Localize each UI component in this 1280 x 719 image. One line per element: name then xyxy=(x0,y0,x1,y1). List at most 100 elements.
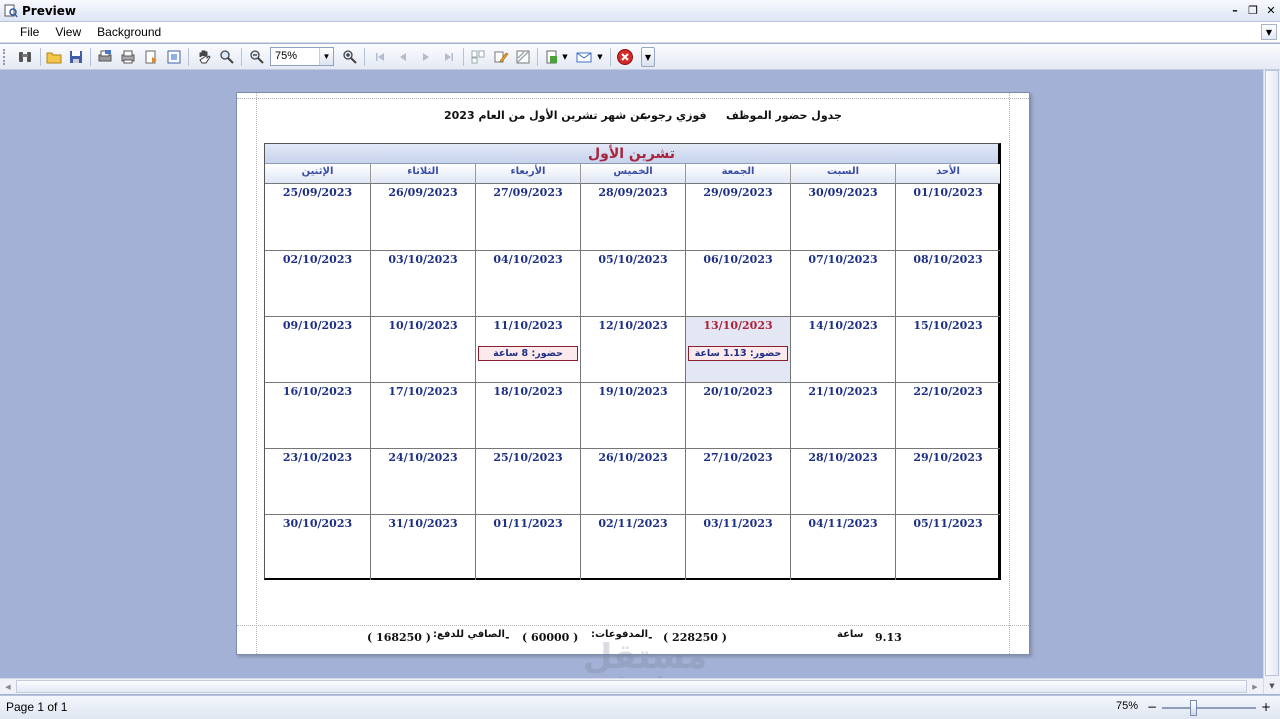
calendar-date: 09/10/2023 xyxy=(282,319,353,332)
calendar-date: 27/09/2023 xyxy=(493,186,563,199)
day-header: الأحد xyxy=(895,164,1000,184)
calendar-date: 12/10/2023 xyxy=(598,319,668,332)
open-folder-icon[interactable] xyxy=(45,48,63,66)
menu-background[interactable]: Background xyxy=(89,22,169,43)
attendance-calendar: تشرين الأول الأحد السبت الجمعة الخميس الأربع… xyxy=(264,143,1001,580)
separator-dash: - xyxy=(648,631,653,644)
vertical-scroll-thumb[interactable] xyxy=(1265,70,1279,676)
find-icon[interactable] xyxy=(16,48,34,66)
calendar-day-cell: 12/10/2023 xyxy=(580,316,685,382)
calendar-date: 04/11/2023 xyxy=(808,517,878,530)
zoom-minus-button[interactable]: − xyxy=(1145,700,1159,714)
calendar-day-cell: 07/10/2023 xyxy=(790,250,895,316)
report-title-label: جدول حضور الموظف xyxy=(726,109,842,122)
payments-label: المدفوعات: xyxy=(591,629,649,640)
fit-page-icon[interactable] xyxy=(165,48,183,66)
close-preview-icon[interactable] xyxy=(616,48,634,66)
zoom-select[interactable]: 75% ▼ xyxy=(270,47,334,66)
zoom-out-icon[interactable] xyxy=(248,48,266,66)
minimize-button[interactable]: – xyxy=(1226,2,1244,19)
calendar-day-cell: 25/10/2023 xyxy=(475,448,580,514)
menu-overflow-chevron-down-icon[interactable]: ▼ xyxy=(1261,24,1277,40)
calendar-day-cell: 01/10/2023 xyxy=(895,184,1000,250)
print-setup-icon[interactable] xyxy=(96,48,114,66)
toolbar-separator xyxy=(40,48,41,66)
calendar-day-cell: 26/10/2023 xyxy=(580,448,685,514)
menu-bar: File View Background ▼ xyxy=(0,22,1280,43)
export-document-icon[interactable] xyxy=(543,48,561,66)
calendar-date: 22/10/2023 xyxy=(913,385,983,398)
previous-page-icon[interactable] xyxy=(394,48,412,66)
menu-view[interactable]: View xyxy=(47,22,89,43)
calendar-day-cell: 23/10/2023 xyxy=(265,448,370,514)
toolbar-options-chevron-down-icon[interactable]: ▼ xyxy=(641,47,655,67)
horizontal-scrollbar[interactable]: ◀ ▶ xyxy=(0,678,1263,694)
last-page-icon[interactable] xyxy=(440,48,458,66)
close-button[interactable]: ✕ xyxy=(1262,2,1280,19)
calendar-date: 31/10/2023 xyxy=(388,517,458,530)
calendar-day-cell: 09/10/2023 xyxy=(265,316,370,382)
menu-file[interactable]: File xyxy=(0,22,47,43)
calendar-date: 14/10/2023 xyxy=(808,319,878,332)
margin-guide xyxy=(237,98,1029,99)
save-icon[interactable] xyxy=(67,48,85,66)
calendar-day-cell: 16/10/2023 xyxy=(265,382,370,448)
vertical-scrollbar[interactable]: ▼ xyxy=(1263,70,1280,694)
calendar-day-cell: 28/10/2023 xyxy=(790,448,895,514)
scroll-down-icon[interactable]: ▼ xyxy=(1265,679,1279,693)
calendar-date: 25/09/2023 xyxy=(282,186,353,199)
zoom-slider-thumb[interactable] xyxy=(1190,700,1197,716)
scroll-right-icon[interactable]: ▶ xyxy=(1248,680,1262,693)
zoom-plus-button[interactable]: + xyxy=(1259,700,1273,714)
calendar-day-cell: 19/10/2023 xyxy=(580,382,685,448)
month-title: تشرين الأول xyxy=(265,144,998,164)
calendar-date: 20/10/2023 xyxy=(703,385,773,398)
toolbar-separator xyxy=(537,48,538,66)
calendar-day-cell: 11/10/2023 حضور: 8 ساعة xyxy=(475,316,580,382)
calendar-date: 30/09/2023 xyxy=(808,186,878,199)
magnifier-icon[interactable] xyxy=(218,48,236,66)
zoom-in-icon[interactable] xyxy=(341,48,359,66)
edit-icon[interactable] xyxy=(492,48,510,66)
calendar-date: 10/10/2023 xyxy=(388,319,458,332)
multi-page-icon[interactable] xyxy=(469,48,487,66)
zoom-slider-track[interactable] xyxy=(1162,707,1256,709)
calendar-day-cell: 10/10/2023 xyxy=(370,316,475,382)
total-hours: 9.13 xyxy=(875,631,902,644)
print-icon[interactable] xyxy=(119,48,137,66)
toolbar: 75% ▼ ▼ ▼ ▼ xyxy=(0,44,1280,70)
net-label: الصافي للدفع: xyxy=(433,629,505,640)
hand-icon[interactable] xyxy=(195,48,213,66)
next-page-icon[interactable] xyxy=(417,48,435,66)
calendar-date: 15/10/2023 xyxy=(913,319,983,332)
calendar-day-cell: 18/10/2023 xyxy=(475,382,580,448)
zoom-dropdown-chevron-down-icon[interactable]: ▼ xyxy=(319,48,333,65)
calendar-date: 26/10/2023 xyxy=(598,451,668,464)
toolbar-grip[interactable] xyxy=(3,49,6,65)
calendar-day-cell: 30/10/2023 xyxy=(265,514,370,580)
export-icon[interactable] xyxy=(142,48,160,66)
first-page-icon[interactable] xyxy=(371,48,389,66)
horizontal-scroll-thumb[interactable] xyxy=(16,680,1247,693)
calendar-day-cell: 05/10/2023 xyxy=(580,250,685,316)
margin-guide xyxy=(237,625,1029,626)
toolbar-separator xyxy=(463,48,464,66)
email-icon[interactable] xyxy=(575,48,593,66)
calendar-day-cell: 05/11/2023 xyxy=(895,514,1000,580)
export-dropdown-chevron-down-icon[interactable]: ▼ xyxy=(560,48,570,66)
calendar-day-cell: 29/10/2023 xyxy=(895,448,1000,514)
calendar-date: 27/10/2023 xyxy=(703,451,773,464)
scroll-left-icon[interactable]: ◀ xyxy=(1,680,15,693)
toolbar-separator xyxy=(241,48,242,66)
calendar-day-cell: 15/10/2023 xyxy=(895,316,1000,382)
calendar-day-cell: 13/10/2023 حضور: 1.13 ساعة xyxy=(685,316,790,382)
toolbar-separator xyxy=(610,48,611,66)
margin-guide xyxy=(1009,93,1010,654)
net-amount: ( 168250 ) xyxy=(367,631,431,644)
email-dropdown-chevron-down-icon[interactable]: ▼ xyxy=(595,48,605,66)
watermark-icon[interactable] xyxy=(514,48,532,66)
calendar-day-cell: 27/09/2023 xyxy=(475,184,580,250)
calendar-day-cell: 02/10/2023 xyxy=(265,250,370,316)
calendar-date: 02/10/2023 xyxy=(282,253,353,266)
restore-button[interactable]: ❐ xyxy=(1244,2,1262,19)
